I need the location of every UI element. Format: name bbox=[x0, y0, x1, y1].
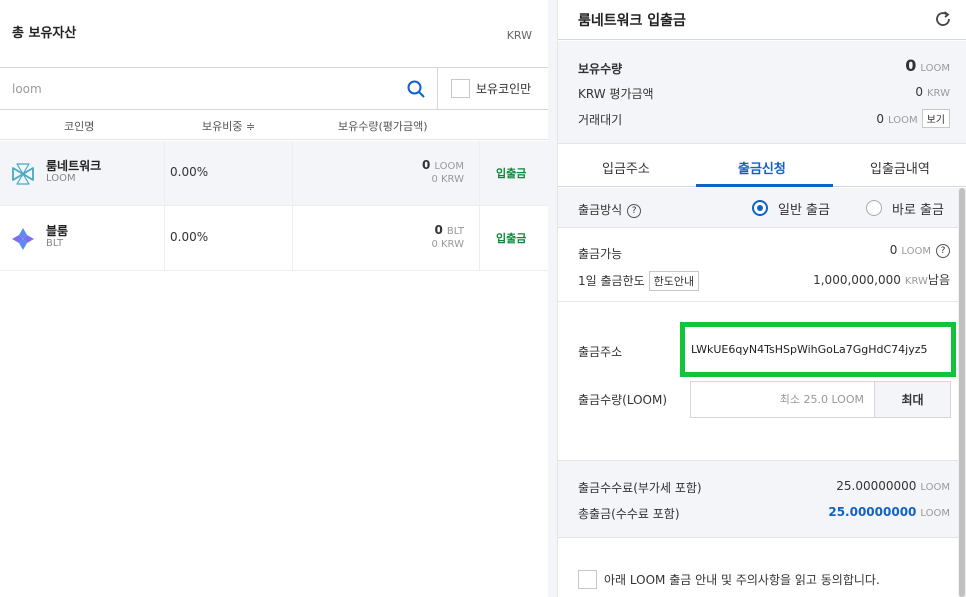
tab-withdraw-request[interactable]: 출금신청 bbox=[738, 158, 786, 177]
amount-label: 출금수량(LOOM) bbox=[578, 393, 668, 407]
available-value: 0 LOOM? bbox=[890, 243, 950, 258]
deposit-withdraw-link[interactable]: 입출금 bbox=[496, 165, 526, 181]
owned-only-label: 보유코인만 bbox=[476, 82, 532, 96]
fee-label: 출금수수료(부가세 포함) bbox=[578, 481, 702, 495]
help-icon[interactable]: ? bbox=[627, 203, 642, 218]
limit-guide-button[interactable]: 한도안내 bbox=[648, 271, 700, 291]
coin-row-blt[interactable]: 블룸 BLT 0.00% 0 BLT 0 KRW 입출금 bbox=[0, 206, 548, 271]
tab-deposit-address[interactable]: 입금주소 bbox=[602, 158, 650, 177]
scrollbar[interactable] bbox=[958, 188, 966, 597]
address-label: 출금주소 bbox=[578, 345, 623, 359]
view-button[interactable]: 보기 bbox=[921, 109, 950, 128]
withdraw-form: 출금방식? 일반 출금 바로 출금 출금가능 0 LOOM? 1일 출금한도 한도안… bbox=[558, 188, 958, 597]
coin-name: 룸네트워크 bbox=[46, 159, 102, 173]
general-withdraw-label: 일반 출금 bbox=[778, 203, 830, 218]
col-amount[interactable]: 보유수량(평가금액) bbox=[338, 118, 428, 134]
daily-limit-value: 1,000,000,000 KRW남음 bbox=[813, 273, 950, 287]
coin-symbol: LOOM bbox=[46, 173, 76, 184]
address-field-highlight bbox=[680, 322, 956, 377]
withdraw-amount-input[interactable] bbox=[690, 381, 875, 418]
holding-summary: 보유수량 0 LOOM KRW 평가금액 0 KRW 거래대기 0 LOOM 보기 bbox=[558, 41, 966, 144]
krw-eval-label: KRW 평가금액 bbox=[578, 87, 654, 101]
refresh-icon[interactable] bbox=[934, 10, 952, 28]
instant-withdraw-radio[interactable] bbox=[866, 200, 882, 216]
fee-summary: 출금수수료(부가세 포함) 25.00000000 LOOM 총출금(수수료 포함… bbox=[558, 460, 958, 538]
panel-gap bbox=[548, 0, 557, 597]
cell-divider bbox=[164, 141, 165, 205]
withdraw-method: 출금방식? 일반 출금 바로 출금 bbox=[558, 188, 958, 228]
coin-amount: 0 BLT bbox=[434, 223, 464, 237]
cell-divider bbox=[164, 206, 165, 270]
cell-divider bbox=[479, 141, 480, 205]
method-label: 출금방식? bbox=[578, 201, 642, 218]
help-icon[interactable]: ? bbox=[936, 243, 950, 258]
cell-divider bbox=[292, 141, 293, 205]
trade-pending-label: 거래대기 bbox=[578, 113, 623, 127]
col-ratio[interactable]: 보유비중 ≑ bbox=[202, 118, 255, 134]
holding-label: 보유수량 bbox=[578, 62, 623, 76]
search-icon[interactable] bbox=[406, 79, 426, 99]
trade-pending-value: 0 LOOM 보기 bbox=[876, 109, 950, 128]
transfer-header: 룸네트워크 입출금 bbox=[558, 0, 966, 40]
coin-ratio: 0.00% bbox=[170, 230, 209, 244]
holding-value: 0 LOOM bbox=[905, 56, 950, 75]
withdraw-address-input[interactable] bbox=[685, 327, 951, 372]
loom-logo-icon bbox=[12, 163, 34, 185]
coin-amount: 0 LOOM bbox=[422, 158, 464, 172]
table-header: 코인명 보유비중 ≑ 보유수량(평가금액) bbox=[0, 111, 548, 140]
transfer-panel: 룸네트워크 입출금 보유수량 0 LOOM KRW 평가금액 0 KRW 거래대기 … bbox=[557, 0, 966, 597]
coin-row-loom[interactable]: 룸네트워크 LOOM 0.00% 0 LOOM 0 KRW 입출금 bbox=[0, 141, 548, 206]
agree-checkbox[interactable] bbox=[578, 570, 597, 589]
krw-eval-value: 0 KRW bbox=[915, 85, 950, 99]
bloom-logo-icon bbox=[12, 228, 34, 250]
agree-text: 아래 LOOM 출금 안내 및 주의사항을 읽고 동의합니다. bbox=[604, 573, 880, 587]
coin-symbol: BLT bbox=[46, 238, 64, 249]
transfer-tabs: 입금주소 출금신청 입출금내역 bbox=[558, 145, 966, 187]
coin-ratio: 0.00% bbox=[170, 165, 209, 179]
owned-only-checkbox[interactable] bbox=[451, 79, 470, 98]
coin-krw-value: 0 KRW bbox=[431, 174, 464, 185]
available-label: 출금가능 bbox=[578, 247, 623, 261]
asset-header: 총 보유자산 KRW bbox=[0, 0, 548, 68]
fee-value: 25.00000000 LOOM bbox=[836, 479, 950, 493]
daily-limit-label: 1일 출금한도 한도안내 bbox=[578, 271, 700, 291]
instant-withdraw-label: 바로 출금 bbox=[892, 203, 944, 218]
scroll-thumb[interactable] bbox=[959, 188, 965, 597]
total-value: 25.00000000 LOOM bbox=[828, 505, 950, 519]
coin-name: 블룸 bbox=[46, 224, 69, 238]
asset-panel: 총 보유자산 KRW 보유코인만 코인명 보유비중 ≑ 보유수량(평가금액) 룸… bbox=[0, 0, 548, 597]
cell-divider bbox=[292, 206, 293, 270]
cell-divider bbox=[479, 206, 480, 270]
asset-title: 총 보유자산 bbox=[12, 26, 77, 41]
general-withdraw-radio[interactable] bbox=[752, 200, 768, 216]
col-coin-name[interactable]: 코인명 bbox=[64, 118, 94, 134]
max-amount-button[interactable]: 최대 bbox=[874, 381, 951, 418]
transfer-title: 룸네트워크 입출금 bbox=[578, 13, 686, 29]
coin-krw-value: 0 KRW bbox=[431, 239, 464, 250]
currency-label: KRW bbox=[506, 29, 532, 42]
deposit-withdraw-link[interactable]: 입출금 bbox=[496, 230, 526, 246]
total-label: 총출금(수수료 포함) bbox=[578, 507, 680, 521]
active-tab-indicator bbox=[696, 184, 833, 187]
tab-history[interactable]: 입출금내역 bbox=[870, 158, 930, 177]
coin-search-input[interactable] bbox=[0, 68, 438, 109]
withdraw-availability: 출금가능 0 LOOM? 1일 출금한도 한도안내 1,000,000,000 KRW… bbox=[558, 229, 958, 302]
